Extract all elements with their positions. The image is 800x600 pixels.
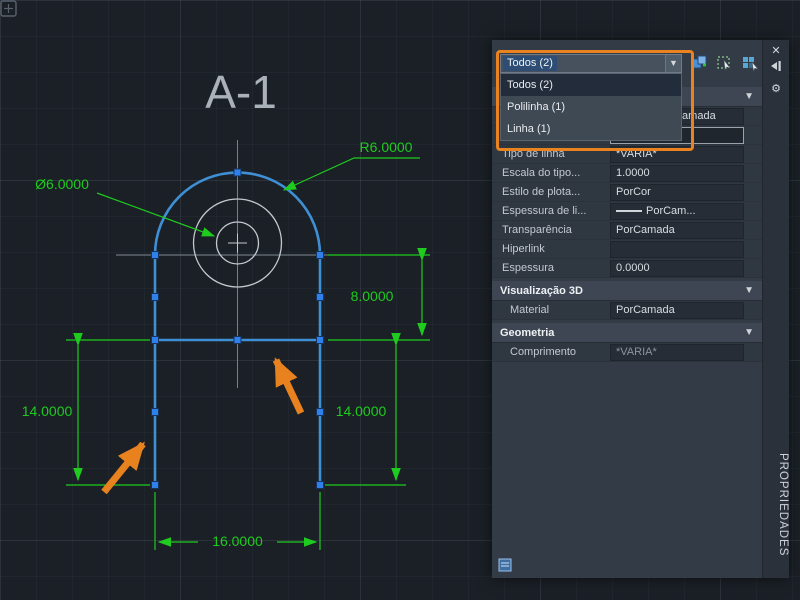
dimension-bottom[interactable]: 16.0000	[154, 492, 321, 550]
property-value[interactable]: PorCor	[610, 183, 744, 201]
ucs-icon[interactable]	[0, 0, 18, 18]
dimension-left-label: 14.0000	[22, 403, 73, 419]
auto-hide-pin-icon[interactable]	[763, 60, 789, 78]
property-label: Hiperlink	[502, 243, 545, 255]
property-label: Comprimento	[510, 346, 577, 358]
gear-icon[interactable]: ⚙	[763, 80, 789, 98]
dimension-radius[interactable]: R6.0000	[282, 139, 420, 191]
dropdown-item-all[interactable]: Todos (2)	[501, 74, 681, 96]
property-label: Espessura de li...	[502, 205, 587, 217]
collapse-icon[interactable]: ▼	[744, 285, 754, 296]
dimension-right[interactable]: 14.0000	[325, 333, 406, 486]
panel-title-bar[interactable]: ✕ ⚙ PROPRIEDADES	[762, 40, 789, 578]
dimension-radius-label: R6.0000	[360, 139, 413, 155]
drawing-title[interactable]: A-1	[205, 66, 277, 118]
center-mark	[228, 233, 247, 253]
dropdown-item-line[interactable]: Linha (1)	[501, 118, 681, 140]
selection-combobox-value: Todos (2)	[503, 56, 557, 71]
property-value[interactable]	[610, 240, 744, 258]
property-row-transparency: Transparência PorCamada	[492, 221, 762, 240]
select-objects-icon	[717, 56, 731, 72]
dimension-height-right[interactable]: 8.0000	[328, 248, 430, 341]
section-header-geometry[interactable]: Geometria ▼	[492, 323, 762, 343]
pickadd-toggle-icon	[691, 55, 707, 69]
select-objects-button[interactable]	[714, 53, 736, 73]
lineweight-sample-icon	[616, 210, 642, 212]
dimension-diameter-label: Ø6.0000	[35, 176, 89, 192]
lineweight-text: PorCam...	[646, 205, 696, 217]
property-row-hyperlink: Hiperlink	[492, 240, 762, 259]
property-label: Material	[510, 304, 550, 316]
dimension-bottom-label: 16.0000	[212, 533, 263, 549]
quick-select-icon	[743, 57, 759, 73]
property-row-plotstyle: Estilo de plota... PorCor	[492, 183, 762, 202]
quick-select-button[interactable]	[740, 53, 762, 73]
dimension-diameter[interactable]: Ø6.0000	[35, 176, 216, 237]
property-label: Espessura	[502, 262, 554, 274]
collapse-icon[interactable]: ▼	[744, 327, 754, 338]
property-row-material: Material PorCamada	[492, 301, 762, 320]
property-label: Transparência	[502, 224, 572, 236]
property-value[interactable]: *VARIA*	[610, 145, 744, 163]
property-row-thickness: Espessura 0.0000	[492, 259, 762, 278]
section-header-3d-visualization[interactable]: Visualização 3D ▼	[492, 281, 762, 301]
collapse-icon[interactable]: ▼	[744, 91, 754, 102]
dropdown-item-polyline[interactable]: Polilinha (1)	[501, 96, 681, 118]
dimension-height-right-label: 8.0000	[351, 288, 394, 304]
property-row-linetype-scale: Escala do tipo... 1.0000	[492, 164, 762, 183]
property-value[interactable]: PorCamada	[610, 221, 744, 239]
property-label: Estilo de plota...	[502, 186, 581, 198]
properties-panel-body: ▼ PorCamada Tipo de linha *VARIA* Escala…	[492, 40, 762, 578]
section-title: Geometria	[500, 326, 555, 339]
property-row-length: Comprimento *VARIA*	[492, 343, 762, 362]
property-value[interactable]: PorCamada	[610, 301, 744, 319]
property-row-lineweight: Espessura de li... PorCam...	[492, 202, 762, 221]
annotation-arrow-line	[272, 357, 305, 415]
panel-corner-icon[interactable]	[498, 558, 512, 572]
property-value-lineweight[interactable]: PorCam...	[610, 202, 744, 220]
selection-combobox[interactable]: Todos (2) ▼	[500, 54, 682, 73]
property-value[interactable]: 0.0000	[610, 259, 744, 277]
panel-vertical-title: PROPRIEDADES	[777, 452, 789, 556]
close-icon[interactable]: ✕	[763, 42, 789, 60]
dimension-right-label: 14.0000	[336, 403, 387, 419]
selection-dropdown-list: Todos (2) Polilinha (1) Linha (1)	[500, 73, 682, 141]
section-title: Visualização 3D	[500, 284, 583, 297]
property-value[interactable]: *VARIA*	[610, 343, 744, 361]
property-row-linetype: Tipo de linha *VARIA*	[492, 145, 762, 164]
property-label: Tipo de linha	[502, 148, 565, 160]
pickadd-toggle-button[interactable]	[688, 53, 710, 73]
property-label: Escala do tipo...	[502, 167, 581, 179]
chevron-down-icon[interactable]: ▼	[665, 55, 681, 72]
properties-panel: ▼ PorCamada Tipo de linha *VARIA* Escala…	[492, 40, 789, 578]
property-value[interactable]: 1.0000	[610, 164, 744, 182]
autocad-screen: A-1 R6.0000 Ø6.0000 8.0000 14.0000 14.00…	[0, 0, 800, 600]
